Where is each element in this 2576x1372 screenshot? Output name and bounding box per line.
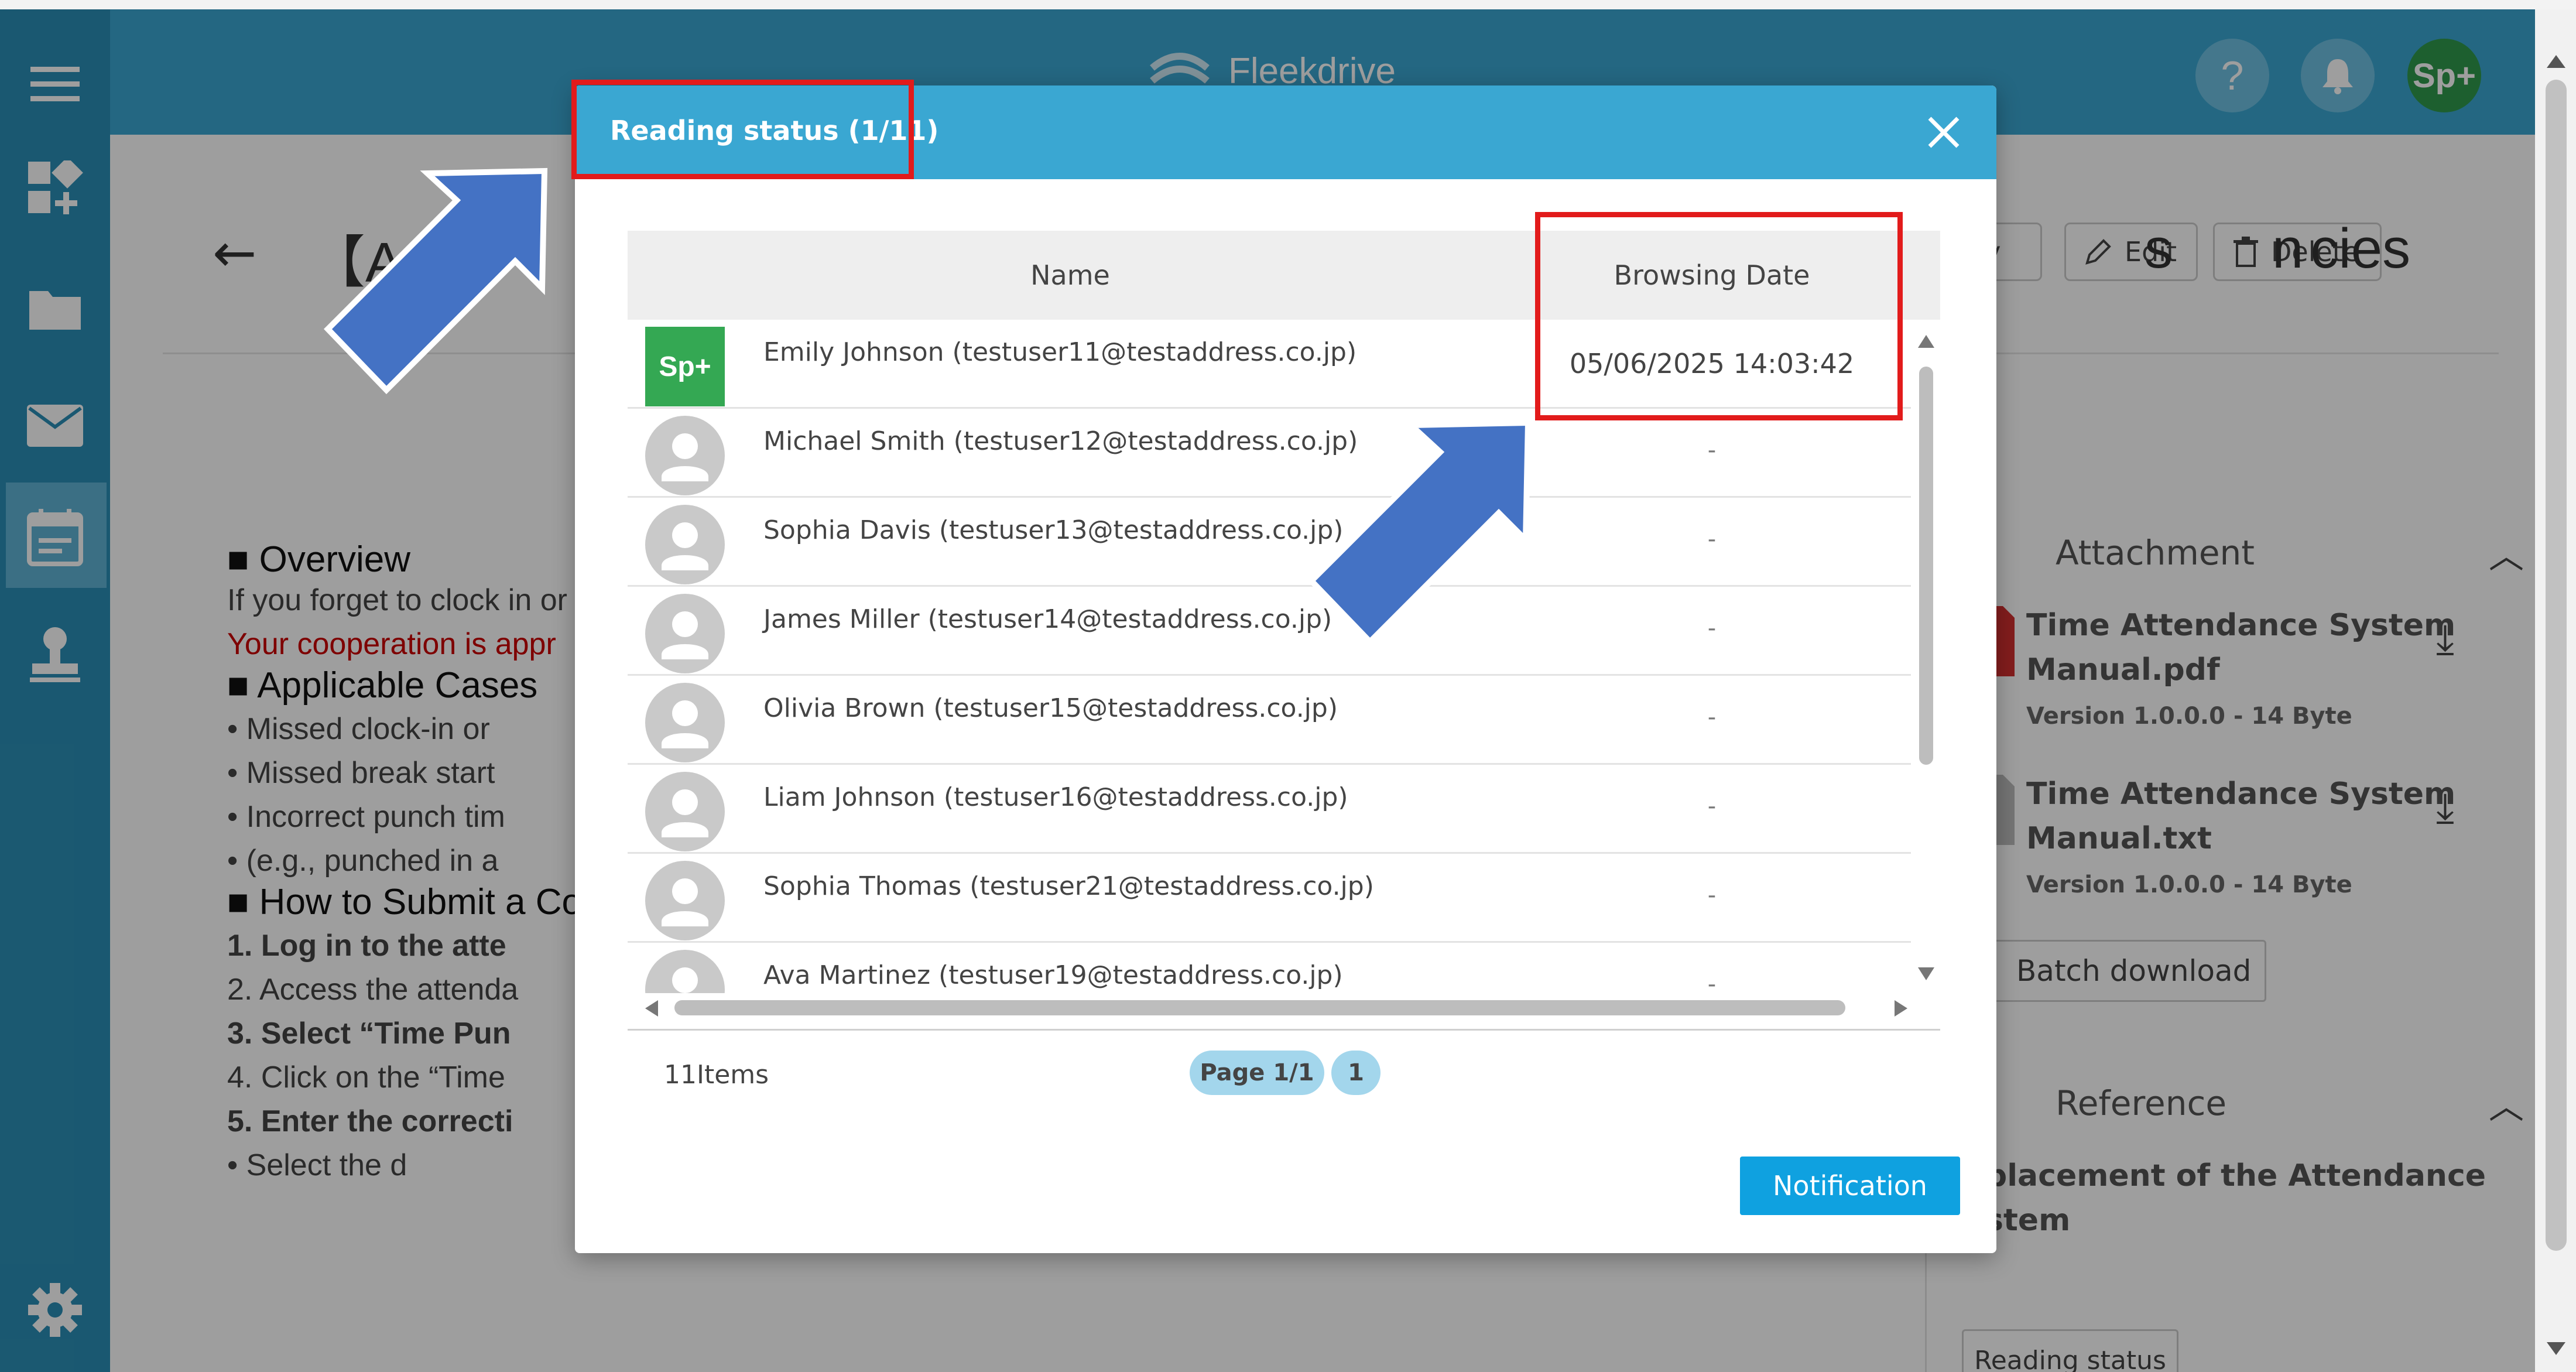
- scroll-up-arrow[interactable]: [1918, 335, 1934, 348]
- table-row[interactable]: Ava Martinez (testuser19@testaddress.co.…: [628, 943, 1911, 993]
- user-name: James Miller (testuser14@testaddress.co.…: [763, 604, 1332, 634]
- scroll-down-arrow[interactable]: [2547, 1342, 2565, 1355]
- reading-status-table: Name Browsing Date Sp+ Emily Johnson (tes…: [628, 231, 1940, 1031]
- table-header: Name Browsing Date: [628, 231, 1940, 320]
- browsing-date: -: [1707, 704, 1717, 731]
- page-info-badge: Page 1/1: [1190, 1051, 1324, 1095]
- table-row[interactable]: Olivia Brown (testuser15@testaddress.co.…: [628, 676, 1911, 765]
- person-icon: [645, 505, 725, 584]
- table-row[interactable]: Sophia Davis (testuser13@testaddress.co.…: [628, 498, 1911, 587]
- modal-header: Reading status (1/11): [575, 85, 1996, 179]
- scroll-up-arrow[interactable]: [2547, 55, 2565, 68]
- person-icon: [645, 683, 725, 762]
- table-body: Sp+ Emily Johnson (testuser11@testaddress…: [628, 320, 1911, 993]
- person-icon: [645, 772, 725, 851]
- browsing-date: -: [1707, 882, 1717, 909]
- table-row[interactable]: Sophia Thomas (testuser21@testaddress.co…: [628, 854, 1911, 943]
- scroll-thumb[interactable]: [1919, 367, 1933, 765]
- scroll-right-arrow[interactable]: [1895, 1000, 1907, 1017]
- table-horizontal-scrollbar[interactable]: [628, 993, 1940, 1022]
- scroll-thumb[interactable]: [2546, 80, 2567, 1251]
- table-row[interactable]: Sp+ Emily Johnson (testuser11@testaddress…: [628, 320, 1911, 409]
- browsing-date: -: [1707, 526, 1717, 553]
- user-name: Sophia Davis (testuser13@testaddress.co.…: [763, 515, 1344, 545]
- scroll-left-arrow[interactable]: [645, 1000, 658, 1017]
- modal-title: Reading status (1/11): [610, 115, 939, 146]
- user-name: Liam Johnson (testuser16@testaddress.co.…: [763, 782, 1348, 812]
- browser-top-strip: [0, 0, 2576, 9]
- close-icon: [1928, 117, 1960, 148]
- items-count: 11Items: [664, 1060, 769, 1090]
- person-icon: [645, 416, 725, 495]
- user-name: Sophia Thomas (testuser21@testaddress.co…: [763, 871, 1374, 901]
- user-avatar: Sp+: [645, 327, 725, 406]
- table-row[interactable]: Liam Johnson (testuser16@testaddress.co.…: [628, 765, 1911, 854]
- table-vertical-scrollbar[interactable]: [1913, 320, 1940, 993]
- user-name: Olivia Brown (testuser15@testaddress.co.…: [763, 693, 1338, 723]
- reading-status-modal: Reading status (1/11) Name Browsing Date…: [575, 85, 1996, 1253]
- browsing-date: 05/06/2025 14:03:42: [1569, 348, 1855, 379]
- close-button[interactable]: [1920, 109, 1967, 156]
- scroll-down-arrow[interactable]: [1918, 967, 1934, 980]
- user-name: Emily Johnson (testuser11@testaddress.co…: [763, 337, 1357, 367]
- table-row[interactable]: Michael Smith (testuser12@testaddress.co…: [628, 409, 1911, 498]
- browsing-date: -: [1707, 971, 1717, 993]
- column-header-name[interactable]: Name: [628, 231, 1513, 320]
- page-scrollbar[interactable]: [2535, 9, 2576, 1372]
- column-header-browsing-date[interactable]: Browsing Date: [1513, 231, 1911, 320]
- person-icon: [645, 950, 725, 993]
- browsing-date: -: [1707, 793, 1717, 820]
- notification-button[interactable]: Notification: [1740, 1157, 1960, 1215]
- person-icon: [645, 861, 725, 940]
- browsing-date: -: [1707, 615, 1717, 642]
- table-row[interactable]: James Miller (testuser14@testaddress.co.…: [628, 587, 1911, 676]
- user-name: Michael Smith (testuser12@testaddress.co…: [763, 426, 1358, 456]
- user-name: Ava Martinez (testuser19@testaddress.co.…: [763, 960, 1343, 990]
- scroll-thumb[interactable]: [674, 1000, 1845, 1015]
- browsing-date: -: [1707, 437, 1717, 464]
- page-1-button[interactable]: 1: [1331, 1051, 1381, 1095]
- person-icon: [645, 594, 725, 673]
- app-window: Fleekdrive ? Sp+ ← 【Att Edit Delete s n …: [0, 9, 2535, 1372]
